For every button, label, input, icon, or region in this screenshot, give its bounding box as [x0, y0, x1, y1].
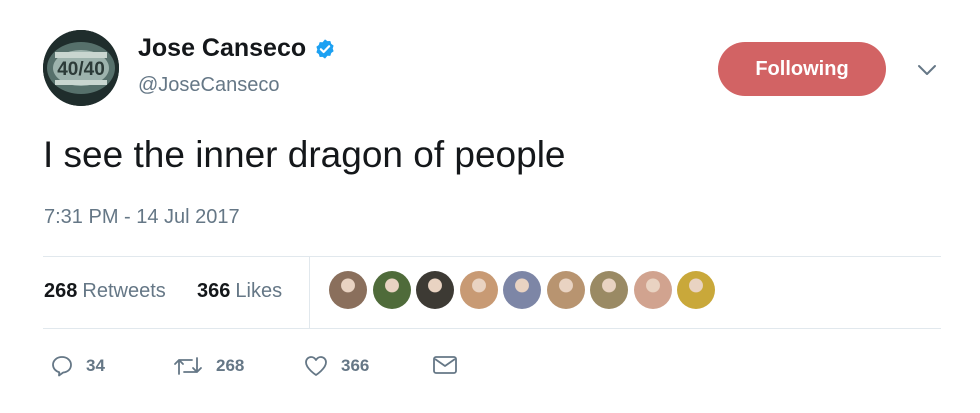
- tweet-text: I see the inner dragon of people: [43, 134, 566, 175]
- liker-avatar[interactable]: [633, 271, 672, 309]
- reply-count: 34: [86, 356, 105, 375]
- retweets-count: 268: [44, 280, 78, 302]
- stats-divider: [309, 256, 310, 328]
- verified-badge-icon: [316, 38, 334, 59]
- user-handle[interactable]: @JoseCanseco: [138, 74, 279, 97]
- likes-count: 366: [197, 280, 231, 302]
- name-row: Jose Canseco: [138, 34, 336, 63]
- liker-avatar[interactable]: [503, 271, 541, 309]
- chevron-down-icon[interactable]: [916, 62, 938, 78]
- reply-icon: [52, 356, 72, 377]
- likes-label: Likes: [235, 280, 283, 302]
- liker-avatar[interactable]: [546, 271, 585, 309]
- divider-bottom: [43, 328, 941, 329]
- like-count: 366: [341, 356, 370, 375]
- liker-avatar[interactable]: [677, 271, 715, 309]
- liker-avatar[interactable]: [329, 271, 367, 309]
- reply-button[interactable]: 34: [50, 354, 105, 378]
- retweet-icon: [174, 357, 202, 375]
- like-button[interactable]: 366: [303, 354, 369, 378]
- following-button[interactable]: Following: [718, 42, 886, 96]
- envelope-icon: [433, 356, 457, 374]
- display-name[interactable]: Jose Canseco: [138, 34, 306, 63]
- retweets-stat[interactable]: 268 Retweets: [44, 280, 166, 303]
- direct-message-button[interactable]: [432, 354, 458, 376]
- retweet-button[interactable]: 268: [172, 354, 244, 378]
- tweet-timestamp[interactable]: 7:31 PM - 14 Jul 2017: [44, 206, 240, 229]
- avatar-text: 40/40: [57, 59, 105, 80]
- liker-avatar[interactable]: [590, 271, 628, 309]
- heart-icon: [305, 356, 327, 376]
- retweets-label: Retweets: [82, 280, 166, 302]
- retweet-count: 268: [216, 356, 245, 375]
- avatar[interactable]: 40/40: [43, 30, 119, 106]
- liker-avatar[interactable]: [459, 271, 498, 309]
- likers-avatars: [329, 271, 721, 309]
- liker-avatar[interactable]: [372, 271, 411, 309]
- divider-top: [43, 256, 941, 257]
- liker-avatar[interactable]: [416, 271, 454, 309]
- likes-stat[interactable]: 366 Likes: [197, 280, 282, 303]
